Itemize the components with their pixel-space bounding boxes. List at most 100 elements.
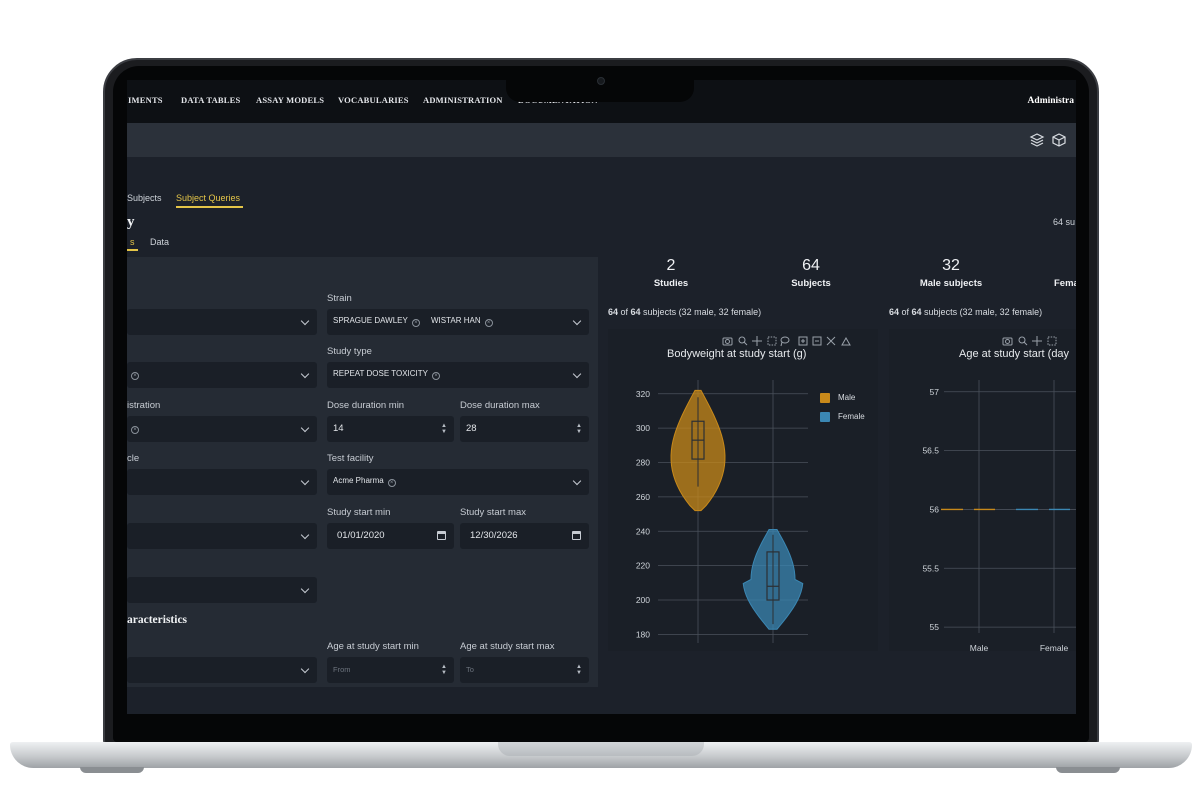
chart-toolbar <box>721 334 871 347</box>
study-start-max-value: 12/30/2026 <box>470 530 518 541</box>
subtab-data[interactable]: Data <box>150 237 169 247</box>
chevron-down-icon <box>300 423 310 433</box>
nav-item-experiments[interactable]: IMENTS <box>128 95 163 105</box>
chip-remove-icon[interactable]: × <box>127 423 139 434</box>
study-type-chip[interactable]: REPEAT DOSE TOXICITY × <box>333 369 440 380</box>
zoom-out-icon <box>812 336 822 346</box>
characteristic-select[interactable] <box>127 657 317 683</box>
zoom-icon <box>1018 336 1028 346</box>
y-tick-label: 55 <box>930 622 940 632</box>
characteristics-heading: aracteristics <box>127 614 188 626</box>
facility-chip[interactable]: Acme Pharma × <box>333 476 396 487</box>
laptop-trackpad-lip <box>498 742 704 756</box>
dose-min-input[interactable]: 14 ▲ ▼ <box>327 416 454 442</box>
tab-subjects[interactable]: Subjects <box>127 193 162 203</box>
laptop-foot <box>80 767 144 773</box>
camera-icon <box>1002 337 1013 346</box>
subtab-filters[interactable]: s <box>130 237 135 247</box>
legend-female-label[interactable]: Female <box>838 412 865 421</box>
y-tick-label: 320 <box>636 389 650 399</box>
box-select-icon <box>1047 336 1057 346</box>
age-max-label: Age at study start max <box>460 641 555 652</box>
legend-female-swatch <box>820 412 830 422</box>
pan-icon <box>752 336 762 346</box>
strain-chip[interactable]: WISTAR HAN × <box>431 316 493 327</box>
chevron-down-icon <box>300 584 310 594</box>
chip-remove-icon: × <box>432 372 440 380</box>
stat-male-label: Male subjects <box>919 278 983 289</box>
zoom-icon <box>738 336 748 346</box>
stepper-icon[interactable]: ▲ ▼ <box>441 423 447 435</box>
chevron-down-icon <box>300 369 310 379</box>
stepper-icon[interactable]: ▲ ▼ <box>576 423 582 435</box>
y-tick-label: 180 <box>636 629 650 639</box>
camera-icon <box>597 77 605 85</box>
chart-subject-count: 64 of 64 subjects (32 male, 32 female) <box>608 307 762 317</box>
strain-label: Strain <box>327 293 352 304</box>
sex-select[interactable]: × <box>127 362 317 388</box>
stat-male-value: 32 <box>942 257 960 274</box>
subtab-active-underline <box>127 249 138 251</box>
nav-item-vocabularies[interactable]: VOCABULARIES <box>338 95 409 105</box>
chevron-down-icon <box>300 530 310 540</box>
y-tick-label: 280 <box>636 458 650 468</box>
autoscale-icon <box>826 336 836 346</box>
x-tick-label: Male <box>970 643 989 651</box>
vehicle-label: cle <box>127 453 140 464</box>
age-scatter-chart: 55 55.5 56 56.5 57 Male Female <box>922 380 1076 651</box>
study-start-min-value: 01/01/2020 <box>337 530 385 541</box>
facility-select[interactable]: Acme Pharma × <box>327 469 589 495</box>
stepper-icon[interactable]: ▲ ▼ <box>576 664 582 676</box>
study-start-max-input[interactable]: 12/30/2026 <box>460 523 589 549</box>
strain-chip[interactable]: SPRAGUE DAWLEY × <box>333 316 420 327</box>
study-type-select[interactable]: REPEAT DOSE TOXICITY × <box>327 362 589 388</box>
cube-icon[interactable] <box>1051 132 1067 153</box>
legend-male-label[interactable]: Male <box>838 393 855 402</box>
page-title: y <box>127 214 135 230</box>
species-select[interactable] <box>127 309 317 335</box>
nav-item-assay-models[interactable]: ASSAY MODELS <box>256 95 324 105</box>
chart-toolbar <box>1001 334 1076 346</box>
dose-select[interactable] <box>127 577 317 603</box>
laptop-mockup: IMENTS DATA TABLES ASSAY MODELS VOCABULA… <box>0 0 1200 800</box>
stat-female-label: Fema <box>1054 278 1076 289</box>
route-select[interactable]: × <box>127 416 317 442</box>
nav-item-data-tables[interactable]: DATA TABLES <box>181 95 240 105</box>
y-tick-label: 55.5 <box>922 563 939 573</box>
chip-remove-icon: × <box>484 319 493 327</box>
age-min-input[interactable]: From ▲ ▼ <box>327 657 454 683</box>
tab-active-underline <box>176 206 243 208</box>
group-select[interactable] <box>127 523 317 549</box>
chart-title: Age at study start (day <box>959 348 1070 360</box>
user-menu[interactable]: Administra <box>1028 96 1074 106</box>
dose-max-input[interactable]: 28 ▲ ▼ <box>460 416 589 442</box>
study-start-max-label: Study start max <box>460 507 526 518</box>
nav-item-administration[interactable]: ADMINISTRATION <box>423 95 503 105</box>
study-start-min-input[interactable]: 01/01/2020 <box>327 523 454 549</box>
app-screen: IMENTS DATA TABLES ASSAY MODELS VOCABULA… <box>127 80 1076 714</box>
calendar-icon[interactable] <box>437 531 446 540</box>
vehicle-select[interactable] <box>127 469 317 495</box>
study-start-min-label: Study start min <box>327 507 391 518</box>
y-tick-label: 220 <box>636 561 650 571</box>
tab-subject-queries[interactable]: Subject Queries <box>176 193 240 203</box>
y-tick-label: 300 <box>636 423 650 433</box>
calendar-icon[interactable] <box>572 531 581 540</box>
age-max-input[interactable]: To ▲ ▼ <box>460 657 589 683</box>
chevron-down-icon <box>572 476 582 486</box>
chip-remove-icon[interactable]: × <box>127 369 139 380</box>
zoom-in-icon <box>798 336 808 346</box>
laptop-foot <box>1056 767 1120 773</box>
x-tick-label: Female <box>1040 643 1069 651</box>
y-tick-label: 240 <box>636 526 650 536</box>
legend-male-swatch <box>820 393 830 403</box>
chart-title: Bodyweight at study start (g) <box>667 348 807 360</box>
strain-select[interactable]: SPRAGUE DAWLEY × WISTAR HAN × <box>327 309 589 335</box>
stat-studies-value: 2 <box>666 257 676 274</box>
stepper-icon[interactable]: ▲ ▼ <box>441 664 447 676</box>
chevron-down-icon <box>572 369 582 379</box>
layers-icon[interactable] <box>1029 132 1045 153</box>
chip-remove-icon: × <box>411 319 420 327</box>
chevron-down-icon <box>300 476 310 486</box>
facility-label: Test facility <box>327 453 374 464</box>
